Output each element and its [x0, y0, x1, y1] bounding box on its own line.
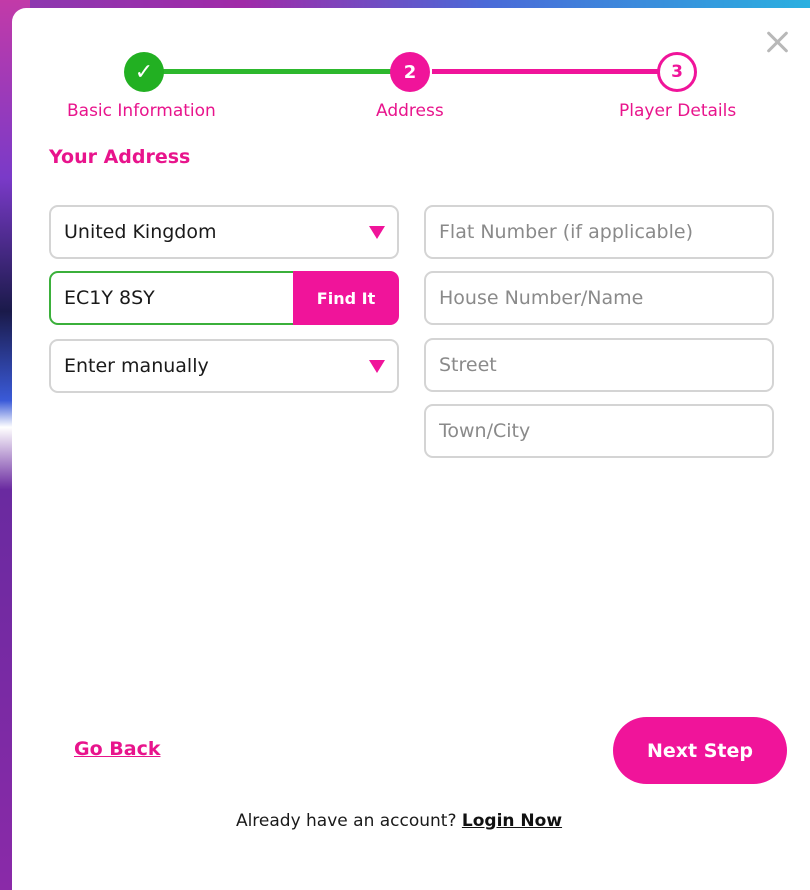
login-prompt: Already have an account? Login Now: [12, 811, 810, 831]
address-select-value: Enter manually: [64, 355, 209, 377]
postcode-input[interactable]: [64, 287, 293, 309]
house-number-input[interactable]: [439, 287, 772, 309]
go-back-link[interactable]: Go Back: [74, 738, 160, 760]
step-3-indicator: 3: [657, 52, 697, 92]
login-now-link[interactable]: Login Now: [462, 811, 562, 831]
country-select[interactable]: United Kingdom: [49, 205, 399, 259]
login-prompt-text: Already have an account?: [235, 811, 457, 831]
step-1-label: Basic Information: [67, 101, 216, 121]
step-2-label: Address: [376, 101, 444, 121]
flat-number-input[interactable]: [439, 221, 772, 243]
street-field[interactable]: [424, 338, 774, 392]
flat-number-field[interactable]: [424, 205, 774, 259]
chevron-down-icon: [369, 226, 385, 239]
town-city-field[interactable]: [424, 404, 774, 458]
step-connector-complete: [162, 69, 407, 74]
step-1-check-icon: ✓: [124, 52, 164, 92]
house-number-field[interactable]: [424, 271, 774, 325]
chevron-down-icon: [369, 360, 385, 373]
step-2-indicator: 2: [390, 52, 430, 92]
country-select-value: United Kingdom: [64, 221, 217, 243]
postcode-field[interactable]: [49, 271, 295, 325]
step-3-label: Player Details: [619, 101, 737, 121]
street-input[interactable]: [439, 354, 772, 376]
next-step-button[interactable]: Next Step: [613, 717, 787, 784]
town-city-input[interactable]: [439, 420, 772, 442]
signup-modal: ✓ 2 3 Basic Information Address Player D…: [12, 8, 810, 890]
address-select[interactable]: Enter manually: [49, 339, 399, 393]
step-connector-upcoming: [432, 69, 672, 74]
find-it-button[interactable]: Find It: [293, 271, 399, 325]
close-icon[interactable]: [764, 28, 790, 54]
section-title: Your Address: [49, 146, 191, 168]
